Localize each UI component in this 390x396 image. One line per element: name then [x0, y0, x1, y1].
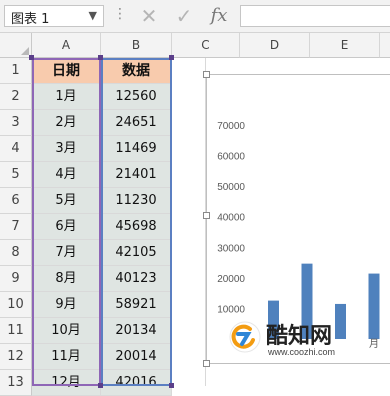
- name-box[interactable]: 图表 1 ▼: [4, 5, 104, 27]
- value-cell[interactable]: 12560: [101, 84, 172, 110]
- range-handle[interactable]: [169, 55, 174, 60]
- month-cell[interactable]: 12月: [32, 370, 101, 396]
- formula-bar: 图表 1 ▼ ⋮ ✕ ✓ fx: [0, 0, 390, 33]
- y-tick-label: 60000: [217, 152, 245, 163]
- y-tick-label: 30000: [217, 243, 245, 254]
- row-header-9[interactable]: 9: [0, 266, 32, 292]
- value-cell[interactable]: 24651: [101, 110, 172, 136]
- row-header-4[interactable]: 4: [0, 136, 32, 162]
- column-header-d[interactable]: D: [240, 33, 310, 58]
- row-header-13[interactable]: 13: [0, 370, 32, 396]
- month-cell[interactable]: 11月: [32, 344, 101, 370]
- month-cell[interactable]: 4月: [32, 162, 101, 188]
- column-header-b[interactable]: B: [101, 33, 172, 58]
- enter-icon[interactable]: ✓: [171, 4, 197, 28]
- month-cell[interactable]: 6月: [32, 214, 101, 240]
- cell-a1-header[interactable]: 日期: [32, 58, 101, 84]
- row-header-2[interactable]: 2: [0, 84, 32, 110]
- value-cell[interactable]: 40123: [101, 266, 172, 292]
- row-header-8[interactable]: 8: [0, 240, 32, 266]
- row-header-11[interactable]: 11: [0, 318, 32, 344]
- month-cell[interactable]: 10月: [32, 318, 101, 344]
- empty-cells-c[interactable]: [172, 58, 206, 386]
- value-cell[interactable]: 11469: [101, 136, 172, 162]
- y-tick-label: 10000: [217, 304, 245, 315]
- y-tick-label: 70000: [217, 121, 245, 132]
- value-cell[interactable]: 11230: [101, 188, 172, 214]
- range-handle[interactable]: [29, 55, 34, 60]
- row-header-1[interactable]: 1: [0, 58, 32, 84]
- month-cell[interactable]: 8月: [32, 266, 101, 292]
- select-all-corner[interactable]: [0, 33, 32, 58]
- watermark: 酷知网 www.coozhi.com: [228, 318, 388, 362]
- month-cell[interactable]: 9月: [32, 292, 101, 318]
- value-cell[interactable]: 45698: [101, 214, 172, 240]
- coozhi-logo-icon: [228, 320, 262, 354]
- column-header-c[interactable]: C: [172, 33, 240, 58]
- month-cell[interactable]: 3月: [32, 136, 101, 162]
- column-header-e[interactable]: E: [310, 33, 380, 58]
- y-tick-label: 50000: [217, 182, 245, 193]
- row-header-3[interactable]: 3: [0, 110, 32, 136]
- range-handle[interactable]: [98, 55, 103, 60]
- watermark-url: www.coozhi.com: [268, 347, 336, 357]
- range-handle[interactable]: [98, 383, 103, 388]
- grip-dots-icon: ⋮: [113, 6, 127, 22]
- month-cell[interactable]: 1月: [32, 84, 101, 110]
- column-header-f[interactable]: [380, 33, 390, 58]
- corner-triangle-icon: [21, 47, 29, 55]
- value-cell[interactable]: 42016: [101, 370, 172, 396]
- column-header-a[interactable]: A: [32, 33, 101, 58]
- month-cell[interactable]: 5月: [32, 188, 101, 214]
- chart-resize-handle[interactable]: [203, 212, 210, 219]
- range-handle[interactable]: [169, 383, 174, 388]
- month-cell[interactable]: 7月: [32, 240, 101, 266]
- chevron-down-icon[interactable]: ▼: [89, 9, 97, 22]
- insert-function-button[interactable]: fx: [206, 4, 232, 28]
- cancel-icon[interactable]: ✕: [136, 4, 162, 28]
- row-header-12[interactable]: 12: [0, 344, 32, 370]
- value-cell[interactable]: 20134: [101, 318, 172, 344]
- y-tick-label: 20000: [217, 274, 245, 285]
- month-cell[interactable]: 2月: [32, 110, 101, 136]
- cell-b1-header[interactable]: 数据: [101, 58, 172, 84]
- chart-resize-handle[interactable]: [203, 360, 210, 367]
- row-header-6[interactable]: 6: [0, 188, 32, 214]
- watermark-text: 酷知网: [266, 324, 333, 349]
- value-cell[interactable]: 58921: [101, 292, 172, 318]
- value-cell[interactable]: 21401: [101, 162, 172, 188]
- formula-input[interactable]: [240, 5, 390, 27]
- y-tick-label: 40000: [217, 213, 245, 224]
- value-cell[interactable]: 42105: [101, 240, 172, 266]
- row-header-7[interactable]: 7: [0, 214, 32, 240]
- chart-resize-handle[interactable]: [203, 71, 210, 78]
- value-cell[interactable]: 20014: [101, 344, 172, 370]
- row-header-5[interactable]: 5: [0, 162, 32, 188]
- row-header-10[interactable]: 10: [0, 292, 32, 318]
- name-box-value: 图表 1: [11, 12, 50, 27]
